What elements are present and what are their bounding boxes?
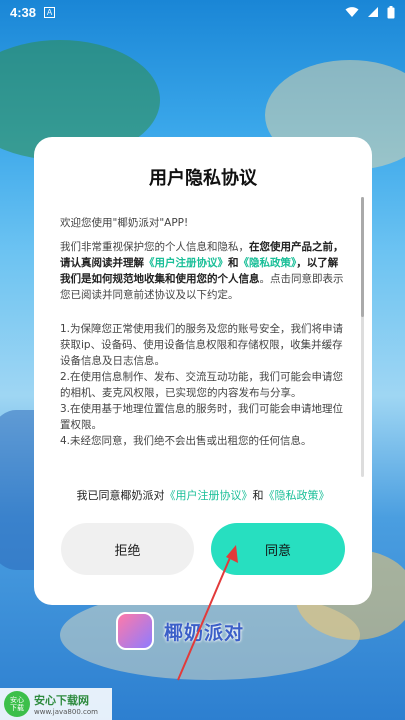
watermark-url: www.java800.com (34, 708, 98, 716)
red-arrow-annotation (177, 545, 238, 681)
watermark-title: 安心下载网 (34, 694, 89, 707)
watermark: 安心 下载 安心下载网 www.java800.com (0, 688, 112, 720)
watermark-logo: 安心 下载 (4, 691, 30, 717)
